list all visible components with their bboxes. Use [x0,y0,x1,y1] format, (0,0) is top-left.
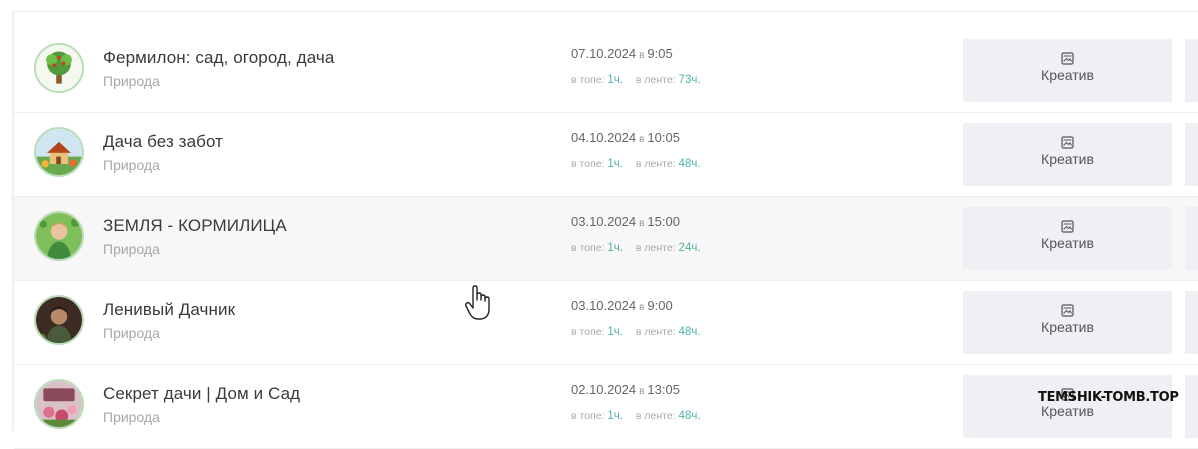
channel-list: Фермилон: сад, огород, дача Природа 07.1… [14,29,1198,449]
channel-category: Природа [103,157,160,173]
top-label: в топе: [571,242,605,254]
channel-category: Природа [103,241,160,257]
channel-title[interactable]: Дача без забот [103,132,223,152]
kreativ-button[interactable]: Креатив [963,207,1172,270]
kreativ-button[interactable]: Креатив [963,291,1172,354]
feed-value: 48ч. [678,158,701,170]
kreativ-button-label: Креатив [1041,151,1094,167]
post-date: 07.10.2024 в 9:05 [571,46,673,61]
top-label: в топе: [571,410,605,422]
kreativ-button[interactable]: Креатив [963,375,1172,438]
top-value: 1ч. [607,410,623,422]
top-value: 1ч. [607,242,623,254]
channel-category: Природа [103,409,160,425]
top-label: в топе: [571,326,605,338]
channel-title[interactable]: Фермилон: сад, огород, дача [103,48,334,68]
next-column-button[interactable] [1185,39,1198,102]
date-separator: в [639,218,645,229]
post-date: 03.10.2024 в 15:00 [571,214,680,229]
feed-label: в ленте: [635,326,676,338]
hand-pointer-icon [465,285,490,320]
next-column-button[interactable] [1185,207,1198,270]
post-date-value: 07.10.2024 [571,46,637,61]
kreativ-button-label: Креатив [1041,403,1094,419]
channel-avatar[interactable] [34,127,84,177]
watermark: TEMSHIK-TOMB.TOP [1038,390,1179,405]
date-separator: в [639,134,645,145]
table-row[interactable]: Фермилон: сад, огород, дача Природа 07.1… [14,29,1198,113]
post-time-value: 9:00 [647,298,673,313]
kreativ-button-label: Креатив [1041,235,1094,251]
channel-avatar[interactable] [34,211,84,261]
channel-avatar[interactable] [34,295,84,345]
date-separator: в [639,302,645,313]
feed-value: 48ч. [678,410,701,422]
channel-avatar[interactable] [34,43,84,93]
post-stats: в топе: 1ч. в ленте: 48ч. [571,158,701,170]
top-label: в топе: [571,158,605,170]
post-date: 04.10.2024 в 10:05 [571,130,680,145]
feed-value: 73ч. [678,74,701,86]
top-label: в топе: [571,74,605,86]
feed-value: 48ч. [678,326,701,338]
top-value: 1ч. [607,326,623,338]
post-stats: в топе: 1ч. в ленте: 73ч. [571,74,701,86]
post-date: 02.10.2024 в 13:05 [571,382,680,397]
channel-title[interactable]: ЗЕМЛЯ - КОРМИЛИЦА [103,216,287,236]
feed-label: в ленте: [635,410,676,422]
table-row[interactable]: Ленивый Дачник Природа 03.10.2024 в 9:00 в… [14,281,1198,365]
kreativ-button-label: Креатив [1041,319,1094,335]
feed-label: в ленте: [635,158,676,170]
date-separator: в [639,386,645,397]
top-value: 1ч. [607,158,623,170]
post-stats: в топе: 1ч. в ленте: 24ч. [571,242,701,254]
kreativ-button[interactable]: Креатив [963,39,1172,102]
next-column-button[interactable] [1185,375,1198,438]
image-icon [1061,136,1074,149]
top-value: 1ч. [607,74,623,86]
post-date-value: 02.10.2024 [571,382,637,397]
channel-title[interactable]: Ленивый Дачник [103,300,235,320]
channel-title[interactable]: Секрет дачи | Дом и Сад [103,384,300,404]
feed-value: 24ч. [678,242,701,254]
next-column-button[interactable] [1185,291,1198,354]
post-stats: в топе: 1ч. в ленте: 48ч. [571,326,701,338]
post-date-value: 03.10.2024 [571,214,637,229]
kreativ-button-label: Креатив [1041,67,1094,83]
post-time-value: 15:00 [647,214,680,229]
image-icon [1061,304,1074,317]
post-time-value: 9:05 [647,46,673,61]
post-date: 03.10.2024 в 9:00 [571,298,673,313]
post-stats: в топе: 1ч. в ленте: 48ч. [571,410,701,422]
post-date-value: 03.10.2024 [571,298,637,313]
tree-avatar-icon [36,45,82,91]
kreativ-button[interactable]: Креатив [963,123,1172,186]
date-separator: в [639,50,645,61]
post-time-value: 13:05 [647,382,680,397]
woman-garden-avatar-icon [36,213,82,259]
image-icon [1061,52,1074,65]
image-icon [1061,220,1074,233]
feed-label: в ленте: [635,74,676,86]
post-time-value: 10:05 [647,130,680,145]
post-date-value: 04.10.2024 [571,130,637,145]
channel-category: Природа [103,73,160,89]
table-top-border [14,0,1198,12]
flowers-avatar-icon [36,381,82,427]
table-row[interactable]: Дача без забот Природа 04.10.2024 в 10:05 … [14,113,1198,197]
channel-avatar[interactable] [34,379,84,429]
house-avatar-icon [36,129,82,175]
table-row[interactable]: ЗЕМЛЯ - КОРМИЛИЦА Природа 03.10.2024 в 15:… [14,197,1198,281]
table-row[interactable]: Секрет дачи | Дом и Сад Природа 02.10.20… [14,365,1198,449]
channel-category: Природа [103,325,160,341]
next-column-button[interactable] [1185,123,1198,186]
feed-label: в ленте: [635,242,676,254]
man-avatar-icon [36,297,82,343]
